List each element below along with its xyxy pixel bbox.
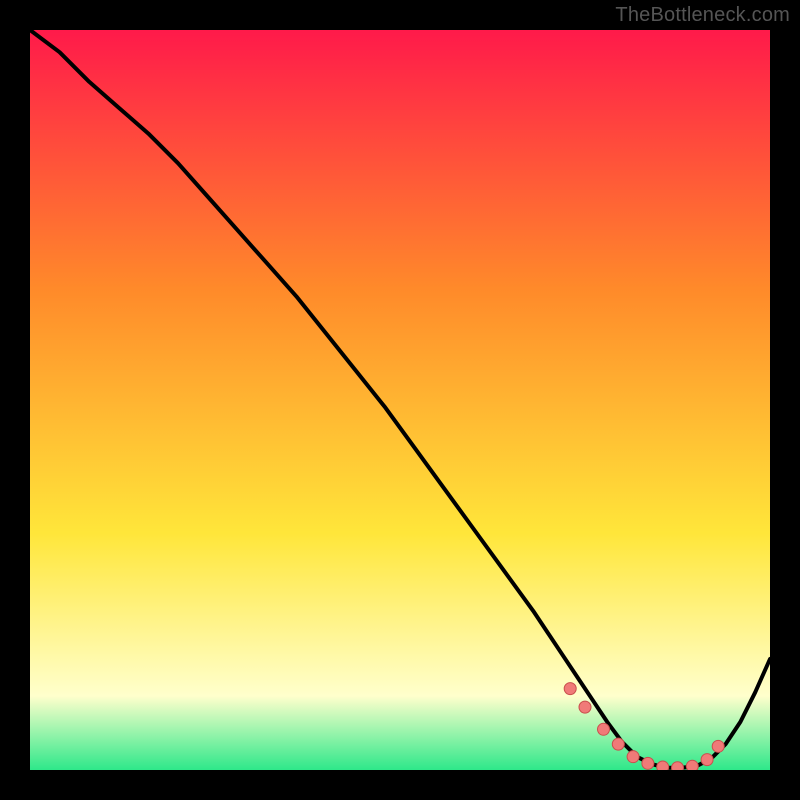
- watermark-text: TheBottleneck.com: [615, 4, 790, 27]
- optimal-dot: [564, 683, 576, 695]
- optimal-dot: [657, 761, 669, 770]
- gradient-background: [30, 30, 770, 770]
- plot-area: [30, 30, 770, 770]
- optimal-dot: [598, 723, 610, 735]
- optimal-dot: [672, 762, 684, 770]
- optimal-dot: [642, 757, 654, 769]
- optimal-dot: [612, 738, 624, 750]
- chart-frame: TheBottleneck.com: [0, 0, 800, 800]
- optimal-dot: [627, 751, 639, 763]
- optimal-dot: [712, 740, 724, 752]
- optimal-dot: [579, 701, 591, 713]
- chart-svg: [30, 30, 770, 770]
- optimal-dot: [686, 760, 698, 770]
- optimal-dot: [701, 754, 713, 766]
